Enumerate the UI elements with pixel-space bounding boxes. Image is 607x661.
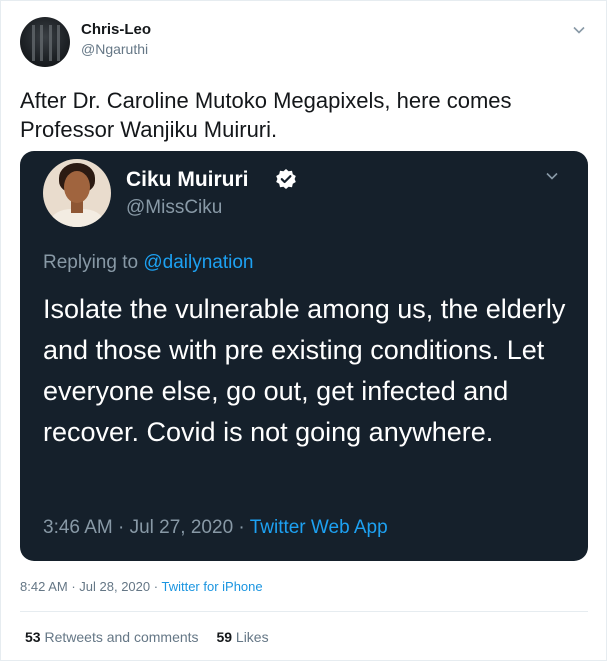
tweet-date[interactable]: Jul 28, 2020: [79, 579, 150, 594]
tweet-stats: 53 Retweets and comments 59 Likes: [25, 629, 283, 645]
quoted-date[interactable]: Jul 27, 2020: [130, 517, 234, 538]
retweets-count: 53: [25, 629, 41, 645]
replying-to-link[interactable]: @dailynation: [143, 252, 253, 273]
likes-stat[interactable]: 59 Likes: [216, 629, 268, 645]
avatar-detail: [64, 171, 90, 203]
retweets-label: Retweets and comments: [44, 629, 199, 645]
quoted-source-link[interactable]: Twitter Web App: [250, 517, 388, 538]
quoted-avatar[interactable]: [43, 159, 111, 227]
avatar-detail: [49, 25, 52, 61]
avatar-detail: [32, 25, 35, 61]
replying-to: Replying to @dailynation: [43, 252, 253, 274]
retweets-stat[interactable]: 53 Retweets and comments: [25, 629, 199, 645]
tweet-card: Chris-Leo @Ngaruthi After Dr. Caroline M…: [0, 0, 607, 661]
quoted-tweet[interactable]: Ciku Muiruri @MissCiku Replying to @dail…: [20, 151, 588, 561]
chevron-down-icon[interactable]: [545, 169, 559, 183]
author-avatar[interactable]: [20, 17, 70, 67]
quoted-tweet-text: Isolate the vulnerable among us, the eld…: [43, 294, 566, 447]
quoted-author-name[interactable]: Ciku Muiruri: [126, 168, 249, 192]
divider: [20, 611, 588, 612]
avatar-detail: [57, 25, 60, 61]
author-name[interactable]: Chris-Leo: [81, 21, 151, 38]
separator: ·: [238, 517, 250, 538]
tweet-time[interactable]: 8:42 AM: [20, 579, 68, 594]
tweet-source-link[interactable]: Twitter for iPhone: [161, 579, 262, 594]
quoted-time[interactable]: 3:46 AM: [43, 517, 113, 538]
likes-label: Likes: [235, 629, 269, 645]
replying-prefix: Replying to: [43, 252, 144, 273]
separator: ·: [118, 517, 130, 538]
tweet-meta: 8:42 AM · Jul 28, 2020 · Twitter for iPh…: [20, 579, 263, 594]
quoted-author-handle[interactable]: @MissCiku: [126, 197, 222, 219]
chevron-down-icon[interactable]: [572, 23, 586, 37]
verified-badge-icon: [275, 168, 297, 190]
likes-count: 59: [216, 629, 233, 645]
avatar-detail: [40, 25, 43, 61]
tweet-text: After Dr. Caroline Mutoko Megapixels, he…: [20, 88, 512, 142]
author-handle[interactable]: @Ngaruthi: [81, 41, 148, 57]
quoted-tweet-meta: 3:46 AM · Jul 27, 2020 · Twitter Web App: [43, 517, 388, 539]
